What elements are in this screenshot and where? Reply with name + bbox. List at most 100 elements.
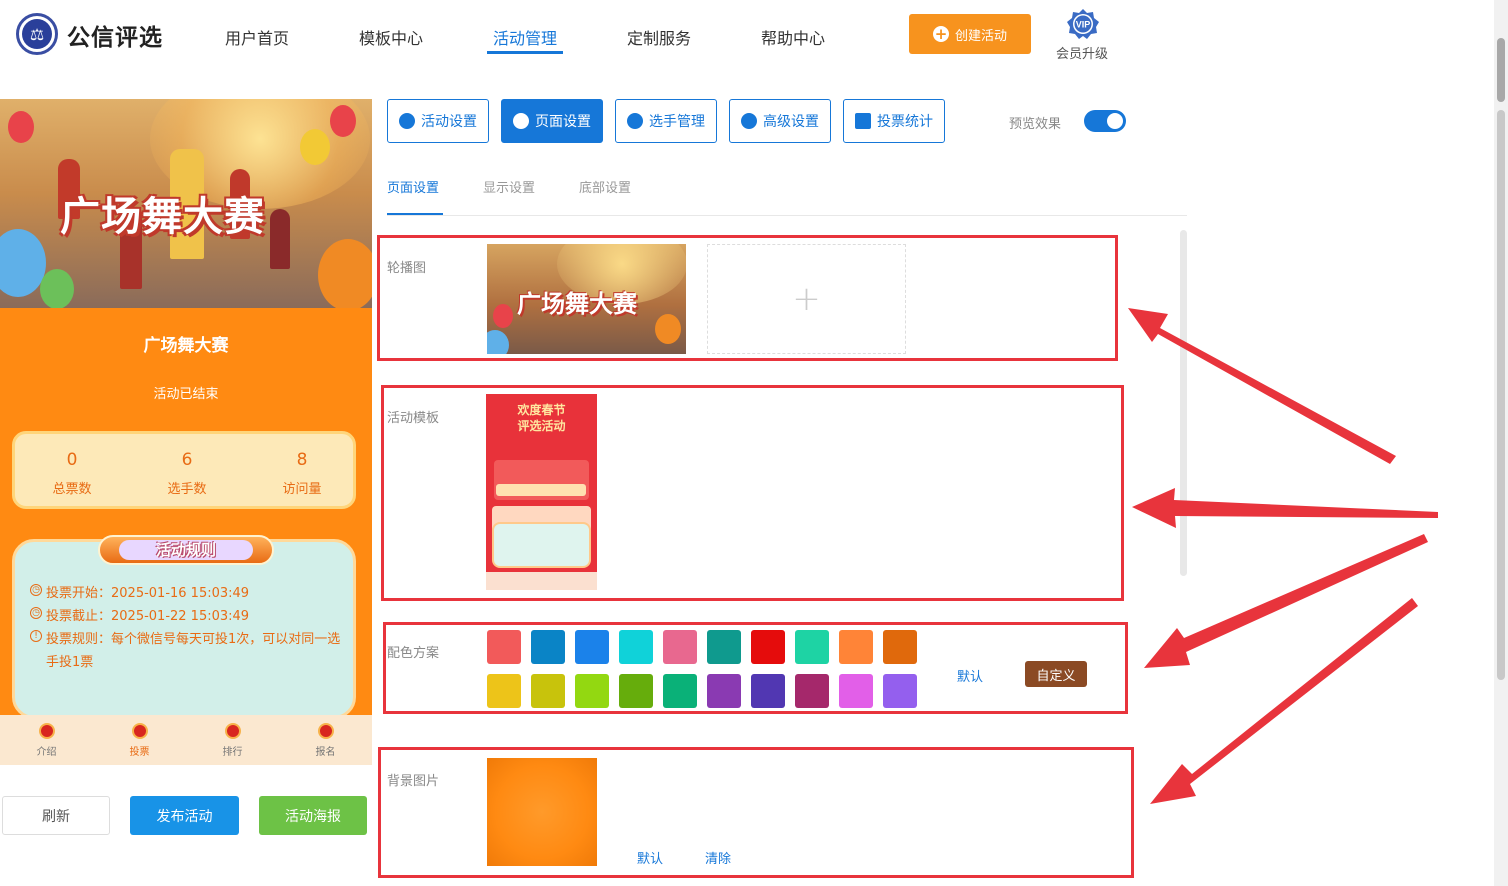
color-swatch[interactable]: [795, 674, 829, 708]
clock-icon: ◷: [30, 607, 42, 619]
stats-card: 0 总票数 6 选手数 8 访问量: [12, 431, 356, 509]
color-swatch[interactable]: [575, 630, 609, 664]
color-swatch[interactable]: [751, 630, 785, 664]
color-swatch[interactable]: [487, 674, 521, 708]
background-default-link[interactable]: 默认: [637, 848, 663, 867]
stat-contestants-label: 选手数: [167, 482, 207, 497]
color-swatch[interactable]: [839, 630, 873, 664]
arrow-to-carousel-icon: [1128, 308, 1396, 464]
rule-vote-policy: ! 投票规则：每个微信号每天可投1次，可以对同一选手投1票: [30, 628, 346, 674]
color-swatch[interactable]: [531, 630, 565, 664]
color-swatch[interactable]: [663, 630, 697, 664]
tab-page-settings[interactable]: 页面设置: [501, 99, 603, 143]
vip-icon[interactable]: VIP: [1066, 8, 1100, 40]
intro-icon: [38, 723, 55, 739]
activity-template-thumbnail[interactable]: 欢度春节 评选活动: [486, 394, 597, 590]
publish-activity-button[interactable]: 发布活动: [130, 796, 239, 835]
bottom-nav-signup[interactable]: 报名: [279, 715, 372, 765]
arrow-to-background-icon: [1150, 598, 1418, 804]
subtab-page-settings[interactable]: 页面设置: [387, 177, 439, 196]
stat-contestants-value: 6: [181, 450, 193, 470]
activity-poster-button[interactable]: 活动海报: [259, 796, 367, 835]
stat-visits-value: 8: [296, 450, 308, 470]
background-image-thumbnail[interactable]: [487, 758, 597, 866]
rule-vote-end: ◷ 投票截止：2025-01-22 15:03:49: [30, 605, 346, 628]
color-swatch[interactable]: [751, 674, 785, 708]
template-image-title: 欢度春节 评选活动: [517, 403, 566, 433]
preview-bottom-nav: 介绍 投票 排行 报名: [0, 715, 372, 765]
users-icon: [627, 113, 643, 129]
color-swatch[interactable]: [707, 674, 741, 708]
color-swatch[interactable]: [839, 674, 873, 708]
vote-icon: [131, 723, 148, 739]
stat-total-votes-value: 0: [66, 450, 78, 470]
color-swatch[interactable]: [487, 630, 521, 664]
bottom-nav-ranking[interactable]: 排行: [186, 715, 279, 765]
signup-icon: [317, 723, 334, 739]
gear-icon: [513, 113, 529, 129]
carousel-label: 轮播图: [387, 261, 427, 276]
tab-contestant-management[interactable]: 选手管理: [615, 99, 717, 143]
preview-effect-toggle[interactable]: [1084, 110, 1126, 132]
subtab-footer-settings[interactable]: 底部设置: [579, 177, 631, 196]
nav-template-center[interactable]: 模板中心: [359, 25, 423, 49]
preview-effect-label: 预览效果: [1009, 117, 1062, 132]
color-swatch[interactable]: [619, 674, 653, 708]
color-swatch[interactable]: [883, 630, 917, 664]
color-swatch[interactable]: [531, 674, 565, 708]
tab-activity-settings[interactable]: 活动设置: [387, 99, 489, 143]
info-icon: !: [30, 630, 42, 642]
stat-total-votes-label: 总票数: [52, 482, 92, 497]
color-swatch[interactable]: [707, 630, 741, 664]
page-scrollbar-thumb[interactable]: [1497, 38, 1505, 102]
color-swatch[interactable]: [883, 674, 917, 708]
tab-advanced-settings[interactable]: 高级设置: [729, 99, 831, 143]
background-image-label: 背景图片: [387, 774, 440, 789]
color-custom-button[interactable]: 自定义: [1025, 661, 1087, 687]
nav-help-center[interactable]: 帮助中心: [761, 25, 825, 49]
plus-circle-icon: +: [932, 25, 949, 43]
ranking-icon: [224, 723, 241, 739]
arrow-to-template-icon: [1132, 488, 1438, 528]
color-swatch[interactable]: [575, 674, 609, 708]
background-clear-link[interactable]: 清除: [705, 848, 731, 867]
rule-vote-start: ◷ 投票开始：2025-01-16 15:03:49: [30, 582, 346, 605]
color-swatch-grid: [487, 630, 917, 708]
color-default-link[interactable]: 默认: [957, 666, 983, 685]
bar-chart-icon: [855, 113, 871, 129]
phone-preview: 广场舞大赛 广场舞大赛 活动已结束 0 总票数 6 选手数 8 访问量 活动规则…: [0, 99, 372, 765]
nav-user-home[interactable]: 用户首页: [225, 25, 289, 49]
bottom-nav-vote[interactable]: 投票: [93, 715, 186, 765]
banner-title: 广场舞大赛: [60, 194, 265, 240]
color-swatch[interactable]: [619, 630, 653, 664]
carousel-image-title: 广场舞大赛: [517, 290, 637, 318]
template-label: 活动模板: [387, 411, 440, 426]
member-upgrade-link[interactable]: 会员升级: [1056, 43, 1108, 62]
page-scrollbar-track-highlight: [1497, 110, 1505, 680]
arrow-to-color-scheme-icon: [1144, 534, 1428, 668]
bottom-nav-intro[interactable]: 介绍: [0, 715, 93, 765]
subtab-divider: [387, 215, 1187, 216]
nav-active-underline: [487, 51, 563, 54]
create-activity-label: 创建活动: [954, 28, 1007, 44]
settings-sliders-icon: [741, 113, 757, 129]
create-activity-button[interactable]: + 创建活动: [909, 14, 1031, 54]
preview-title: 广场舞大赛: [143, 336, 229, 356]
preview-status: 活动已结束: [153, 387, 219, 402]
color-swatch[interactable]: [795, 630, 829, 664]
preview-banner: 广场舞大赛: [0, 99, 372, 308]
subtab-display-settings[interactable]: 显示设置: [483, 177, 535, 196]
stat-visits-label: 访问量: [282, 482, 322, 497]
vip-badge-text: VIP: [1076, 20, 1091, 30]
logo-icon: ⚖: [16, 13, 58, 55]
color-scheme-label: 配色方案: [387, 646, 440, 661]
refresh-button[interactable]: 刷新: [2, 796, 110, 835]
logo-text: 公信评选: [67, 25, 163, 51]
color-swatch[interactable]: [663, 674, 697, 708]
subtab-active-underline: [387, 213, 443, 215]
tab-vote-statistics[interactable]: 投票统计: [843, 99, 945, 143]
nav-custom-service[interactable]: 定制服务: [627, 25, 691, 49]
carousel-image[interactable]: 广场舞大赛: [487, 244, 686, 354]
add-carousel-image-button[interactable]: +: [707, 244, 906, 354]
nav-activity-management[interactable]: 活动管理: [493, 25, 557, 49]
